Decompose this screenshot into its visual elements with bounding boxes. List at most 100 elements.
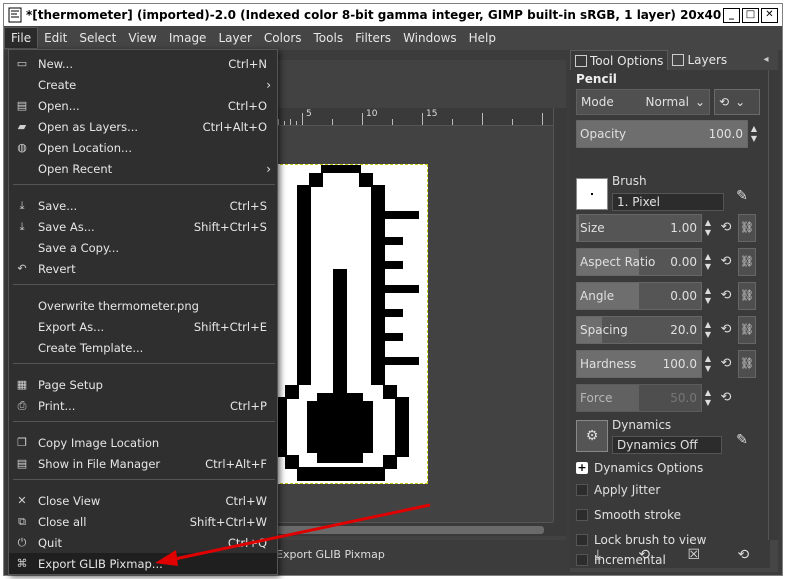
menu-select[interactable]: Select	[73, 27, 122, 49]
menu-item-revert[interactable]: ↶ Revert	[9, 258, 277, 279]
menu-item-save[interactable]: ⤓ Save... Ctrl+S	[9, 195, 277, 216]
navigate-corner[interactable]	[553, 522, 567, 536]
aspect-ratio-slider[interactable]: Aspect Ratio 0.00	[576, 248, 702, 276]
dock-menu-icon[interactable]: ◂	[760, 54, 772, 66]
menu-view[interactable]: View	[122, 27, 162, 49]
dynamics-icon: ⚙	[585, 428, 599, 444]
empty-icon	[15, 78, 29, 92]
force-spinner[interactable]: ▲ ▼	[702, 384, 714, 412]
close-button[interactable]: ✕	[761, 7, 778, 23]
menu-item-label: Open Recent	[38, 161, 113, 176]
tab-tool-options[interactable]: Tool Options	[570, 50, 669, 70]
menu-item-page-setup[interactable]: ▦ Page Setup	[9, 374, 277, 395]
vertical-scrollbar[interactable]	[553, 108, 567, 522]
gimp-app-icon[interactable]	[6, 6, 24, 24]
image-canvas[interactable]	[270, 164, 428, 484]
menu-item-open-recent[interactable]: Open Recent ›	[9, 158, 277, 179]
link-icon[interactable]: ⛓	[738, 350, 756, 378]
menu-file[interactable]: File	[4, 27, 39, 49]
tab-layers[interactable]: Layers	[668, 50, 731, 70]
brush-label: Brush	[612, 174, 647, 188]
reset-all-icon[interactable]: ⟲	[738, 547, 750, 563]
menu-shortcut: Shift+Ctrl+E	[193, 319, 267, 334]
dynamics-preview[interactable]: ⚙	[576, 420, 608, 452]
menu-layer[interactable]: Layer	[212, 27, 257, 49]
menu-image[interactable]: Image	[163, 27, 213, 49]
menu-item-export-glib[interactable]: ⌘ Export GLIB Pixmap...	[9, 553, 277, 574]
apply-jitter-checkbox[interactable]: Apply Jitter	[576, 480, 660, 500]
brush-name-field[interactable]: 1. Pixel	[612, 193, 724, 211]
dynamics-options-expander[interactable]: + Dynamics Options	[576, 458, 703, 478]
size-slider[interactable]: Size 1.00	[576, 214, 702, 242]
menu-item-save-copy[interactable]: Save a Copy...	[9, 237, 277, 258]
menu-item-close-all[interactable]: ⧉ Close all Shift+Ctrl+W	[9, 511, 277, 532]
minimize-button[interactable]: _	[723, 7, 740, 23]
edit-dynamics-icon[interactable]: ✎	[732, 430, 752, 450]
menu-item-show-in-file-manager[interactable]: ▤ Show in File Manager Ctrl+Alt+F	[9, 453, 277, 474]
ruler-label: 5	[306, 109, 312, 119]
reset-icon[interactable]: ⟲	[718, 220, 734, 236]
menu-item-copy-image-location[interactable]: ❐ Copy Image Location	[9, 432, 277, 453]
reset-icon[interactable]: ⟲	[718, 356, 734, 372]
title-bar: *[thermometer] (imported)-2.0 (Indexed c…	[4, 4, 782, 26]
mode-reset-combo[interactable]: ⟲ ⌄	[714, 89, 760, 115]
menu-item-print[interactable]: ⎙ Print... Ctrl+P	[9, 395, 277, 416]
hardness-spinner[interactable]: ▲ ▼	[702, 350, 714, 378]
maximize-button[interactable]: □	[742, 7, 759, 23]
menu-shortcut: Shift+Ctrl+W	[189, 514, 267, 529]
smooth-stroke-checkbox[interactable]: Smooth stroke	[576, 505, 681, 525]
opacity-slider[interactable]: Opacity 100.0	[576, 120, 748, 148]
spacing-spinner[interactable]: ▲ ▼	[702, 316, 714, 344]
save-preset-icon[interactable]: ⤓	[595, 547, 601, 563]
reset-icon[interactable]: ⟲	[718, 254, 734, 270]
scrollbar-thumb[interactable]	[274, 526, 544, 534]
restore-preset-icon[interactable]: ⟲	[638, 547, 650, 563]
menu-windows[interactable]: Windows	[397, 27, 463, 49]
menu-item-save-as[interactable]: ⤓ Save As... Shift+Ctrl+S	[9, 216, 277, 237]
globe-icon: ◍	[17, 141, 27, 154]
aspect-ratio-spinner[interactable]: ▲ ▼	[702, 248, 714, 276]
menu-item-label: Overwrite thermometer.png	[38, 298, 199, 313]
menu-filters[interactable]: Filters	[349, 27, 397, 49]
menu-item-open[interactable]: ▤ Open... Ctrl+O	[9, 95, 277, 116]
angle-spinner[interactable]: ▲ ▼	[702, 282, 714, 310]
horizontal-scrollbar[interactable]	[270, 522, 553, 536]
menu-shortcut: Ctrl+Alt+O	[202, 119, 267, 134]
menu-item-label: Save a Copy...	[38, 240, 120, 255]
dock-scrollbar[interactable]	[768, 70, 778, 540]
force-slider[interactable]: Force 50.0	[576, 384, 702, 412]
delete-preset-icon[interactable]: ☒	[688, 547, 701, 563]
dynamics-name-field[interactable]: Dynamics Off	[612, 436, 722, 454]
reset-icon[interactable]: ⟲	[718, 322, 734, 338]
menu-item-quit[interactable]: ⏻ Quit Ctrl+Q	[9, 532, 277, 553]
hardness-slider[interactable]: Hardness 100.0	[576, 350, 702, 378]
link-icon[interactable]: ⛓	[738, 282, 756, 310]
menu-item-close-view[interactable]: ✕ Close View Ctrl+W	[9, 490, 277, 511]
menu-item-overwrite[interactable]: Overwrite thermometer.png	[9, 295, 277, 316]
spacing-slider[interactable]: Spacing 20.0	[576, 316, 702, 344]
opacity-spinner[interactable]: ▲ ▼	[748, 120, 760, 148]
size-spinner[interactable]: ▲ ▼	[702, 214, 714, 242]
reset-icon[interactable]: ⟲	[718, 390, 734, 406]
edit-brush-icon[interactable]: ✎	[732, 186, 752, 206]
menu-item-create[interactable]: Create ›	[9, 74, 277, 95]
mode-combo[interactable]: Mode Normal ⌄	[576, 89, 710, 115]
menu-item-new[interactable]: ▭ New... Ctrl+N	[9, 53, 277, 74]
menu-item-label: Export GLIB Pixmap...	[38, 556, 163, 571]
menu-colors[interactable]: Colors	[258, 27, 308, 49]
menu-item-open-location[interactable]: ◍ Open Location...	[9, 137, 277, 158]
menu-tools[interactable]: Tools	[308, 27, 350, 49]
menu-item-export-as[interactable]: Export As... Shift+Ctrl+E	[9, 316, 277, 337]
menu-edit[interactable]: Edit	[38, 27, 73, 49]
menu-separator	[13, 363, 275, 364]
menu-item-open-as-layers[interactable]: ▰ Open as Layers... Ctrl+Alt+O	[9, 116, 277, 137]
reset-icon[interactable]: ⟲	[718, 288, 734, 304]
link-icon[interactable]: ⛓	[738, 214, 756, 242]
brush-preview[interactable]	[576, 178, 608, 210]
link-icon[interactable]: ⛓	[738, 316, 756, 344]
menu-item-create-template[interactable]: Create Template...	[9, 337, 277, 358]
angle-slider[interactable]: Angle 0.00	[576, 282, 702, 310]
menu-help[interactable]: Help	[463, 27, 502, 49]
link-icon[interactable]: ⛓	[738, 248, 756, 276]
thermometer-image	[273, 165, 419, 481]
